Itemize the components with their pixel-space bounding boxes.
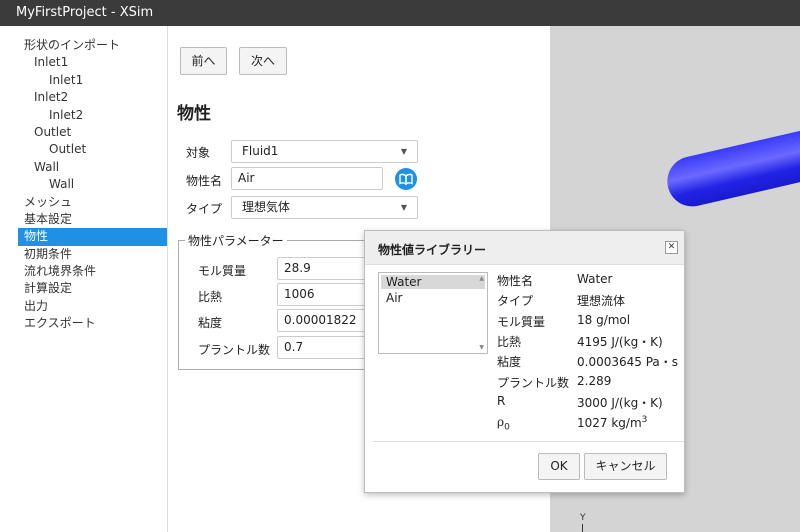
prop-value-molar-mass: 18 g/mol (577, 313, 631, 327)
prop-value-prandtl: 2.289 (577, 374, 612, 388)
page-title: 物性 (177, 104, 211, 124)
viscosity-label: 粘度 (198, 316, 223, 330)
material-list-item-water[interactable]: Water (381, 275, 485, 289)
y-axis-indicator (582, 524, 583, 532)
molar-mass-input[interactable]: 28.9 (277, 257, 377, 280)
scroll-up-icon[interactable]: ▲ (479, 275, 484, 282)
prop-label-type: タイプ (497, 294, 534, 308)
material-list-item-air[interactable]: Air (381, 291, 485, 305)
sidebar-item-inlet2[interactable]: Inlet2 (0, 107, 167, 124)
target-label: 対象 (186, 146, 211, 160)
prop-value-specific-heat: 4195 J/(kg・K) (577, 335, 663, 349)
name-label: 物性名 (186, 174, 223, 188)
prandtl-input[interactable]: 0.7 (277, 336, 377, 359)
y-axis-label: Y (580, 513, 586, 523)
close-icon[interactable]: ✕ (665, 241, 678, 254)
sidebar-item-inlet1[interactable]: Inlet1 (0, 72, 167, 89)
prop-label-density-symbol: ρ (497, 415, 505, 429)
sidebar-item-mesh[interactable]: メッシュ (0, 194, 167, 211)
prop-value-name: Water (577, 272, 613, 286)
sidebar-item-inlet2-group[interactable]: Inlet2 (0, 89, 167, 106)
sidebar-item-inlet1-group[interactable]: Inlet1 (0, 54, 167, 71)
chevron-down-icon: ▼ (400, 203, 407, 212)
viscosity-input[interactable]: 0.00001822 (277, 309, 377, 332)
dialog-title: 物性値ライブラリー (378, 243, 487, 257)
type-label: タイプ (186, 202, 223, 216)
type-select[interactable]: 理想気体 ▼ (231, 196, 418, 219)
prop-label-prandtl: プラントル数 (497, 376, 570, 390)
molar-mass-label: モル質量 (198, 264, 247, 278)
target-select-value: Fluid1 (242, 144, 279, 158)
prop-value-viscosity: 0.0003645 Pa・s (577, 355, 679, 369)
material-list[interactable]: Water Air ▲ ▼ (378, 272, 488, 354)
sidebar-item-initial-conditions[interactable]: 初期条件 (0, 246, 167, 263)
sidebar-item-outlet-group[interactable]: Outlet (0, 124, 167, 141)
cancel-button[interactable]: キャンセル (584, 453, 667, 480)
type-select-value: 理想気体 (242, 200, 291, 214)
sidebar-item-calc-settings[interactable]: 計算設定 (0, 280, 167, 297)
prop-label-viscosity: 粘度 (497, 355, 522, 369)
sidebar-item-wall[interactable]: Wall (0, 176, 167, 193)
window-title: MyFirstProject - XSim (0, 0, 800, 26)
chevron-down-icon: ▼ (400, 147, 407, 156)
material-library-dialog: 物性値ライブラリー ✕ Water Air ▲ ▼ 物性名 Water タイプ … (364, 230, 685, 493)
target-select[interactable]: Fluid1 ▼ (231, 140, 418, 163)
prop-label-name: 物性名 (497, 274, 534, 288)
prop-value-type: 理想流体 (577, 294, 626, 308)
prop-value-density: 1027 kg/m3 (577, 415, 647, 430)
dialog-divider (373, 441, 684, 442)
specific-heat-input[interactable]: 1006 (277, 283, 377, 306)
pipe-geometry (662, 119, 800, 212)
sidebar-item-import-shape[interactable]: 形状のインポート (0, 37, 167, 54)
sidebar-item-properties[interactable]: 物性 (18, 228, 167, 246)
prop-value-gas-constant: 3000 J/(kg・K) (577, 396, 663, 410)
prop-label-density: ρ0 (497, 415, 510, 432)
prop-value-density-main: 1027 kg/m (577, 416, 642, 430)
specific-heat-label: 比熱 (198, 290, 223, 304)
prop-label-density-subscript: 0 (504, 422, 510, 433)
sidebar-item-outlet[interactable]: Outlet (0, 141, 167, 158)
scroll-down-icon[interactable]: ▼ (479, 344, 484, 351)
sidebar: 形状のインポート Inlet1 Inlet1 Inlet2 Inlet2 Out… (0, 26, 168, 532)
property-parameters-legend: 物性パラメーター (185, 232, 287, 249)
library-book-icon[interactable] (395, 168, 417, 190)
next-button[interactable]: 次へ (239, 47, 287, 75)
prop-value-density-exponent: 3 (641, 415, 648, 425)
prop-label-gas-constant: R (497, 394, 506, 408)
sidebar-item-export[interactable]: エクスポート (0, 315, 167, 332)
prop-label-specific-heat: 比熱 (497, 335, 522, 349)
sidebar-item-output[interactable]: 出力 (0, 298, 167, 315)
material-name-input[interactable]: Air (231, 167, 383, 190)
prandtl-label: プラントル数 (198, 343, 271, 357)
ok-button[interactable]: OK (538, 453, 580, 480)
sidebar-item-flow-boundary[interactable]: 流れ境界条件 (0, 263, 167, 280)
prop-label-molar-mass: モル質量 (497, 315, 546, 329)
sidebar-item-basic-settings[interactable]: 基本設定 (0, 211, 167, 228)
prev-button[interactable]: 前へ (180, 47, 227, 75)
dialog-header: 物性値ライブラリー ✕ (365, 231, 684, 265)
sidebar-item-wall-group[interactable]: Wall (0, 159, 167, 176)
